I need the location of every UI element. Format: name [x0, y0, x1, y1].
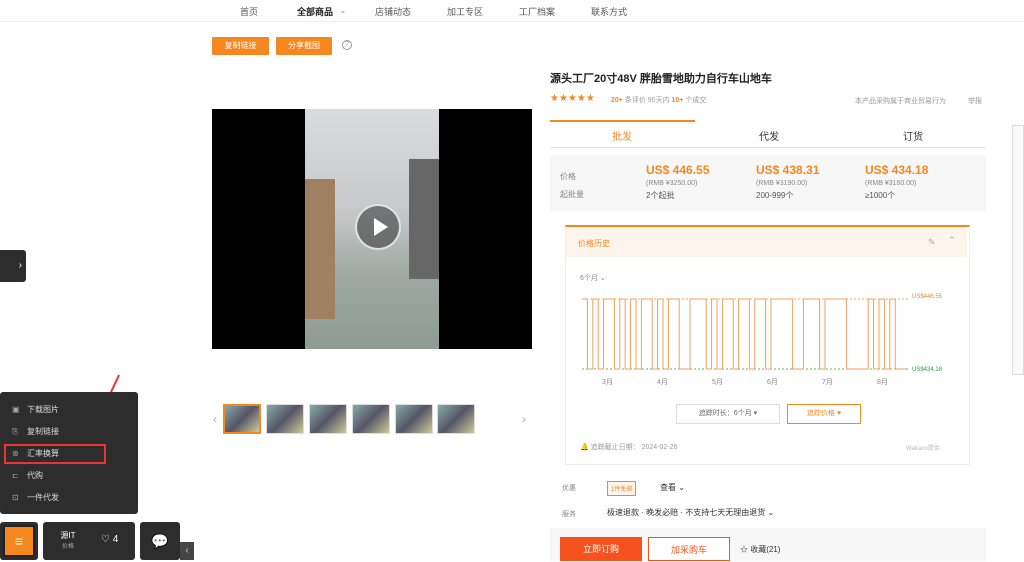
- collapse-icon[interactable]: ⌃: [948, 235, 956, 246]
- thumbnail-video[interactable]: [223, 404, 261, 434]
- next-arrow-icon[interactable]: ›: [522, 412, 526, 426]
- nav-home[interactable]: 首页: [240, 5, 258, 18]
- boxes-image: [305, 179, 335, 319]
- sales-label: 个成交: [685, 97, 707, 104]
- nav-store-news[interactable]: 店铺动态: [375, 5, 411, 18]
- tier-usd: US$ 434.18: [865, 163, 929, 177]
- expand-tab[interactable]: ›: [0, 250, 26, 282]
- price-box: 价格 起批量 US$ 446.55 (RMB ¥3250.00) 2个起批 US…: [550, 155, 986, 211]
- nav-contact[interactable]: 联系方式: [591, 5, 627, 18]
- cart-icon: ⊏: [12, 471, 19, 480]
- service-text[interactable]: 极速退款 · 晚发必赔 · 不支持七天无理由退货 ⌄: [607, 507, 774, 518]
- tier-rmb: (RMB ¥3160.00): [865, 180, 917, 187]
- menu-item-purchase[interactable]: ⊏ 代购: [12, 470, 43, 481]
- tier-qty: ≥1000个: [865, 191, 896, 200]
- order-now-button[interactable]: 立即订购: [560, 537, 642, 561]
- purchase-tabs: 批发 代发 订货: [550, 120, 986, 148]
- sales-count: 10+: [671, 97, 684, 104]
- product-video[interactable]: [212, 109, 532, 349]
- thumbnail-image[interactable]: [266, 404, 304, 434]
- shop-badge[interactable]: 源IT 价格: [53, 530, 83, 550]
- x-tick-label: 3月: [602, 379, 613, 386]
- tier-usd: US$ 438.31: [756, 163, 820, 177]
- edit-icon[interactable]: ✎: [928, 237, 936, 248]
- tier-rmb: (RMB ¥3250.00): [646, 180, 698, 187]
- x-tick-label: 7月: [822, 379, 833, 386]
- thumbnail-image[interactable]: [352, 404, 390, 434]
- x-tick-label: 8月: [877, 379, 888, 386]
- image-icon: ▣: [12, 405, 20, 414]
- x-tick-label: 6月: [767, 379, 778, 386]
- price-tier: US$ 434.18 (RMB ¥3160.00) ≥1000个: [865, 163, 928, 201]
- currency-icon: ⊛: [12, 449, 19, 458]
- tier-qty: 2个起批: [646, 191, 675, 200]
- tab-wholesale[interactable]: 批发: [612, 128, 632, 143]
- top-nav: 首页 全部商品 ⌄ 店铺动态 加工专区 工厂档案 联系方式: [0, 0, 1024, 22]
- x-tick-label: 4月: [657, 379, 668, 386]
- menu-item-download-images[interactable]: ▣ 下载图片: [12, 404, 59, 415]
- fav-counter[interactable]: ♡ 4: [101, 534, 118, 545]
- tier-qty: 200-999个: [756, 191, 794, 200]
- thumbnail-image[interactable]: [309, 404, 347, 434]
- track-price-button[interactable]: 追踪价格 ♥: [787, 404, 861, 424]
- thumbnail-image[interactable]: [437, 404, 475, 434]
- add-to-cart-button[interactable]: 加采购车: [648, 537, 730, 561]
- chat-icon[interactable]: 💬: [140, 522, 180, 560]
- menu-item-currency[interactable]: ⊛ 汇率换算: [12, 448, 59, 459]
- moq-label: 起批量: [560, 190, 584, 199]
- price-tier: US$ 446.55 (RMB ¥3250.00) 2个起批: [646, 163, 709, 201]
- promo-label: 优惠: [562, 485, 576, 492]
- price-history-chart: [582, 298, 910, 370]
- price-tier: US$ 438.31 (RMB ¥3190.00) 200-999个: [756, 163, 819, 201]
- right-panel-edge: [1012, 125, 1024, 375]
- prev-arrow-icon[interactable]: ‹: [213, 412, 217, 426]
- review-label[interactable]: 条评价: [625, 97, 646, 104]
- powered-by: Wakaoo提供: [906, 446, 940, 452]
- tier-rmb: (RMB ¥3190.00): [756, 180, 808, 187]
- price-series-line: [582, 298, 906, 370]
- nav-factory[interactable]: 工厂档案: [519, 5, 555, 18]
- link-icon: ⎘: [12, 427, 19, 436]
- play-icon[interactable]: [355, 204, 401, 250]
- low-price-label: US$434.18: [912, 367, 943, 373]
- rating-stars: ★★★★★: [550, 93, 595, 104]
- plugin-menu: ▣ 下载图片 ⎘ 复制链接 ⊛ 汇率换算 ⊏ 代购 ⊡ 一件代发: [0, 392, 138, 514]
- nav-processing[interactable]: 加工专区: [447, 5, 483, 18]
- duration-button[interactable]: 追踪时长：6个月 ▾: [676, 404, 780, 424]
- favorite-button[interactable]: ☆ 收藏(21): [740, 544, 780, 555]
- period-label: 90天内: [647, 97, 670, 104]
- collapse-dock-icon[interactable]: ‹: [180, 542, 194, 560]
- free-shipping-tag: 1件免邮: [607, 481, 637, 496]
- share-image-button[interactable]: 分享截图: [276, 37, 332, 55]
- menu-icon[interactable]: ≡: [3, 525, 35, 557]
- price-history-panel: 价格历史 ✎ ⌃ 6个月 ⌄ US$446.55 US$434.18 3月 4月 5…: [565, 225, 970, 465]
- thumbnail-image[interactable]: [395, 404, 433, 434]
- report-link[interactable]: 举报: [968, 96, 982, 106]
- trade-note: 本产品采购属于商业贸易行为: [855, 98, 946, 105]
- x-tick-label: 5月: [712, 379, 723, 386]
- service-label: 服务: [562, 511, 576, 518]
- history-title: 价格历史: [578, 239, 610, 248]
- menu-item-copy-link[interactable]: ⎘ 复制链接: [12, 426, 59, 437]
- shutter-image: [409, 159, 439, 279]
- tier-usd: US$ 446.55: [646, 163, 710, 177]
- tab-order[interactable]: 订货: [903, 128, 923, 143]
- help-icon[interactable]: ?: [342, 40, 352, 50]
- active-tab-indicator: [550, 120, 695, 122]
- high-price-label: US$446.55: [912, 294, 943, 300]
- review-count: 20+: [611, 97, 623, 104]
- view-promo-link[interactable]: 查看 ⌄: [660, 482, 685, 493]
- deadline-text: 🔔 追踪截止日期： 2024-02-26: [580, 444, 678, 451]
- tab-dropship[interactable]: 代发: [759, 128, 779, 143]
- menu-item-dropship[interactable]: ⊡ 一件代发: [12, 492, 59, 503]
- nav-all-products[interactable]: 全部商品: [297, 5, 333, 18]
- range-select[interactable]: 6个月 ⌄: [580, 273, 606, 283]
- chevron-down-icon: ⌄: [339, 5, 347, 15]
- copy-link-button[interactable]: 复制链接: [212, 37, 269, 55]
- product-title: 源头工厂20寸48V 胖胎雪地助力自行车山地车: [550, 73, 772, 85]
- price-label: 价格: [560, 172, 576, 181]
- truck-icon: ⊡: [12, 493, 19, 502]
